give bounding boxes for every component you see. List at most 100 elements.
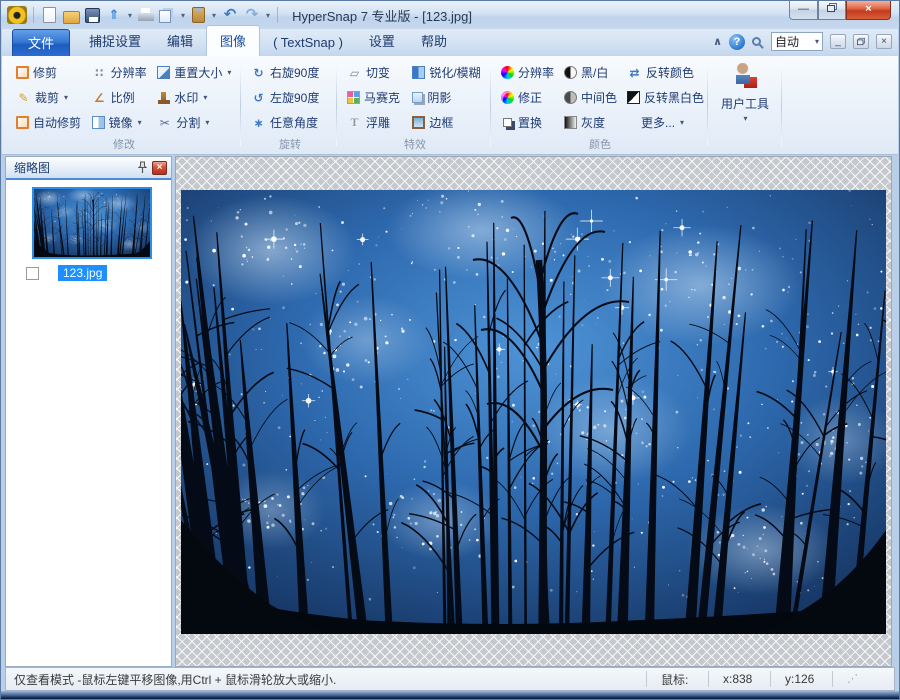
customize-toolbar-icon[interactable]: ▾: [266, 11, 270, 20]
button-scale[interactable]: ∠比例: [88, 87, 152, 108]
button-midtone[interactable]: 中间色: [560, 87, 621, 108]
mouse-x-value: x:838: [708, 671, 770, 686]
group-separator: [707, 66, 708, 146]
button-color-resolution[interactable]: 分辨率: [497, 62, 558, 83]
button-mosaic[interactable]: 马赛克: [343, 87, 406, 108]
black-white-icon: [564, 66, 577, 79]
chevron-down-icon: ▾: [743, 114, 747, 123]
button-invert-bw[interactable]: 反转黑白色: [623, 87, 708, 108]
ribbon-group-rotate: ↻右旋90度 ↺左旋90度 ∗任意角度 旋转: [247, 60, 333, 152]
button-frame[interactable]: 边框: [408, 112, 487, 133]
app-window: ⇑ ▾ ▾ ▾ ↶ ↷ ▾ HyperSnap 7 专业版 - [123.jpg…: [0, 0, 900, 700]
split-scissors-icon: ✂: [157, 116, 172, 130]
panel-tools: ×: [137, 161, 167, 175]
group-separator: [240, 66, 241, 146]
tab-edit[interactable]: 编辑: [154, 26, 206, 56]
chevron-down-icon: ▾: [815, 37, 819, 46]
button-rotate-right[interactable]: ↻右旋90度: [247, 62, 333, 83]
thumbnail-checkbox[interactable]: [26, 267, 39, 280]
pin-icon[interactable]: [137, 161, 148, 174]
zoom-mode-select[interactable]: 自动 ▾: [771, 32, 823, 51]
window-bottom-border: [1, 691, 899, 699]
cut-pen-icon: ✎: [16, 91, 31, 105]
toolbar-separator: [277, 7, 278, 23]
chevron-down-icon: ▾: [203, 93, 207, 102]
window-title: HyperSnap 7 专业版 - [123.jpg]: [292, 6, 472, 25]
open-folder-icon[interactable]: [63, 11, 80, 24]
document-minimize-button[interactable]: _: [830, 34, 846, 49]
chevron-down-icon: ▾: [680, 118, 684, 127]
help-icon[interactable]: ?: [729, 34, 745, 50]
button-replace[interactable]: 置换: [497, 112, 558, 133]
button-watermark[interactable]: 水印▾: [153, 87, 236, 108]
save-icon[interactable]: [85, 8, 100, 23]
button-free-angle[interactable]: ∗任意角度: [247, 112, 333, 133]
copy-dropdown-arrow[interactable]: ▾: [181, 11, 185, 20]
capture-dropdown-arrow[interactable]: ▾: [128, 11, 132, 20]
image-canvas-area: [175, 156, 892, 667]
color-wheel-icon: [501, 66, 514, 79]
thumbnail-item[interactable]: [32, 187, 152, 259]
app-camera-icon[interactable]: [7, 6, 27, 24]
image-123-jpg[interactable]: [181, 190, 886, 634]
ribbon-group-user-tools: 用户工具 ▾: [714, 60, 776, 152]
ribbon-group-modify: 修剪 ∷分辨率 重置大小▾ ✎裁剪▾ ∠比例 水印▾ 自动修剪 镜像▾ ✂分割▾…: [12, 60, 236, 152]
button-mirror[interactable]: 镜像▾: [88, 112, 152, 133]
button-color-correct[interactable]: 修正: [497, 87, 558, 108]
button-user-tools[interactable]: 用户工具 ▾: [714, 60, 776, 123]
button-rotate-left[interactable]: ↺左旋90度: [247, 87, 333, 108]
frame-icon: [412, 116, 425, 129]
button-invert-colors[interactable]: ⇄反转颜色: [623, 62, 708, 83]
redo-icon[interactable]: ↷: [243, 6, 261, 24]
group-separator: [781, 66, 782, 146]
button-emboss[interactable]: T浮雕: [343, 112, 406, 133]
tab-image[interactable]: 图像: [206, 25, 260, 56]
close-button[interactable]: ×: [846, 1, 891, 20]
button-trim[interactable]: 修剪: [12, 62, 86, 83]
shear-icon: ▱: [347, 66, 362, 80]
capture-upload-icon[interactable]: ⇑: [105, 6, 123, 24]
button-split[interactable]: ✂分割▾: [153, 112, 236, 133]
button-shear[interactable]: ▱切变: [343, 62, 406, 83]
rotate-left-icon: ↺: [251, 91, 266, 105]
group-separator: [336, 66, 337, 146]
button-black-white[interactable]: 黑/白: [560, 62, 621, 83]
chevron-down-icon: ▾: [138, 118, 142, 127]
button-grayscale[interactable]: 灰度: [560, 112, 621, 133]
thumbnail-panel-title: 缩略图: [14, 159, 50, 176]
tab-textsnap[interactable]: ( TextSnap ): [260, 30, 356, 56]
chevron-down-icon: ▾: [227, 68, 231, 77]
tab-capture-settings[interactable]: 捕捉设置: [76, 26, 154, 56]
button-cut[interactable]: ✎裁剪▾: [12, 87, 86, 108]
minimize-button[interactable]: —: [789, 1, 818, 20]
copy-icon[interactable]: [159, 10, 171, 23]
paste-icon[interactable]: [192, 7, 205, 23]
document-close-button[interactable]: ×: [876, 34, 892, 49]
new-file-icon[interactable]: [43, 7, 56, 23]
chevron-down-icon: ▾: [205, 118, 209, 127]
rotate-right-icon: ↻: [251, 66, 266, 80]
paste-dropdown-arrow[interactable]: ▾: [212, 11, 216, 20]
button-shadow[interactable]: 阴影: [408, 87, 487, 108]
button-auto-trim[interactable]: 自动修剪: [12, 112, 86, 133]
undo-icon[interactable]: ↶: [221, 6, 239, 24]
collapse-ribbon-icon[interactable]: ∧: [713, 35, 722, 48]
button-resize[interactable]: 重置大小▾: [153, 62, 236, 83]
print-icon[interactable]: [137, 7, 154, 25]
tab-file[interactable]: 文件: [12, 29, 70, 58]
tab-bar-right-controls: ∧ ? 自动 ▾ _ ×: [713, 32, 892, 51]
button-sharpen-blur[interactable]: 锐化/模糊: [408, 62, 487, 83]
restore-icon: [857, 38, 865, 45]
panel-close-icon[interactable]: ×: [152, 161, 167, 175]
resize-grip[interactable]: ⋰: [832, 671, 894, 686]
thumbnail-filename[interactable]: 123.jpg: [58, 265, 107, 281]
mosaic-icon: [347, 91, 360, 104]
magnifier-icon[interactable]: [752, 37, 761, 46]
tab-help[interactable]: 帮助: [408, 26, 460, 56]
maximize-button[interactable]: [818, 1, 846, 20]
button-more[interactable]: 更多...▾: [623, 112, 708, 133]
tab-settings[interactable]: 设置: [356, 26, 408, 56]
button-resolution[interactable]: ∷分辨率: [88, 62, 152, 83]
color-correct-icon: [501, 91, 514, 104]
document-restore-button[interactable]: [853, 34, 869, 49]
